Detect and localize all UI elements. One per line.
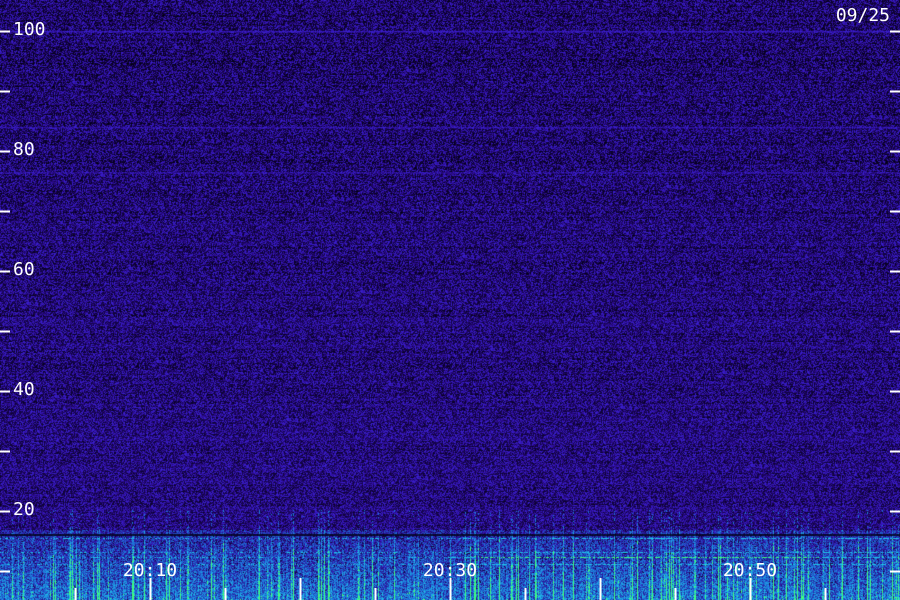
y-tick-label-80: 80 xyxy=(13,139,35,160)
y-tick-label-60: 60 xyxy=(13,259,35,280)
chart-overlay: 20 40 60 80 100 20:10 20:30 20:50 09/25 xyxy=(0,0,900,600)
x-tick-label-2050: 20:50 xyxy=(722,560,778,581)
x-tick-label-2010: 20:10 xyxy=(122,560,178,581)
y-tick-label-20: 20 xyxy=(13,499,35,520)
y-tick-label-100: 100 xyxy=(13,19,46,40)
y-tick-label-40: 40 xyxy=(13,379,35,400)
date-label: 09/25 xyxy=(835,5,890,26)
x-tick-label-2030: 20:30 xyxy=(422,560,478,581)
axis-ticks xyxy=(0,30,900,600)
